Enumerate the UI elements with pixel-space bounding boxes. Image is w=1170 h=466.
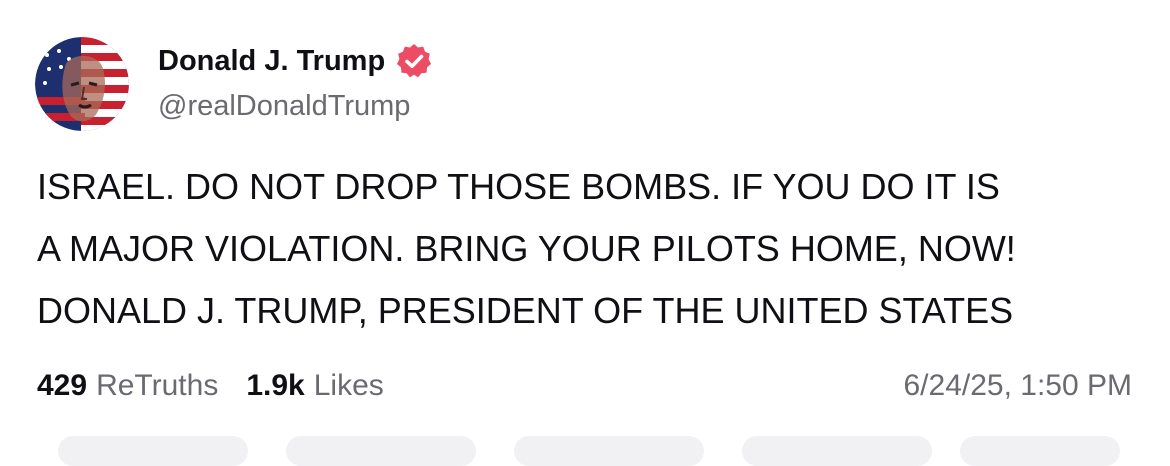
post-text-line: A MAJOR VIOLATION. BRING YOUR PILOTS HOM… <box>37 228 1016 269</box>
verified-badge-icon <box>396 43 432 79</box>
share-button[interactable] <box>742 436 932 466</box>
retruths-label: ReTruths <box>96 369 219 402</box>
flag-portrait-icon <box>35 37 129 131</box>
author-name-row: Donald J. Trump <box>158 41 432 81</box>
likes-stat[interactable]: 1.9k Likes <box>246 369 383 403</box>
post-text-line: ISRAEL. DO NOT DROP THOSE BOMBS. IF YOU … <box>37 166 1000 207</box>
post-text-line: DONALD J. TRUMP, PRESIDENT OF THE UNITED… <box>37 290 1014 331</box>
author-handle[interactable]: @realDonaldTrump <box>158 90 410 123</box>
post-timestamp: 6/24/25, 1:50 PM <box>903 369 1133 402</box>
retruths-count: 429 <box>37 369 88 402</box>
profile-avatar[interactable] <box>35 37 129 131</box>
retruth-button[interactable] <box>286 436 476 466</box>
action-bar <box>0 436 1170 466</box>
reply-button[interactable] <box>58 436 248 466</box>
engagement-stats: 429 ReTruths 1.9k Likes <box>37 364 384 408</box>
likes-label: Likes <box>313 369 384 402</box>
like-button[interactable] <box>514 436 704 466</box>
truth-post: Donald J. Trump @realDonaldTrump ISRAEL.… <box>0 0 1170 466</box>
more-button[interactable] <box>960 436 1120 466</box>
author-display-name[interactable]: Donald J. Trump <box>158 45 385 78</box>
likes-count: 1.9k <box>246 369 305 402</box>
retruths-stat[interactable]: 429 ReTruths <box>37 369 218 403</box>
post-text: ISRAEL. DO NOT DROP THOSE BOMBS. IF YOU … <box>37 156 1147 342</box>
